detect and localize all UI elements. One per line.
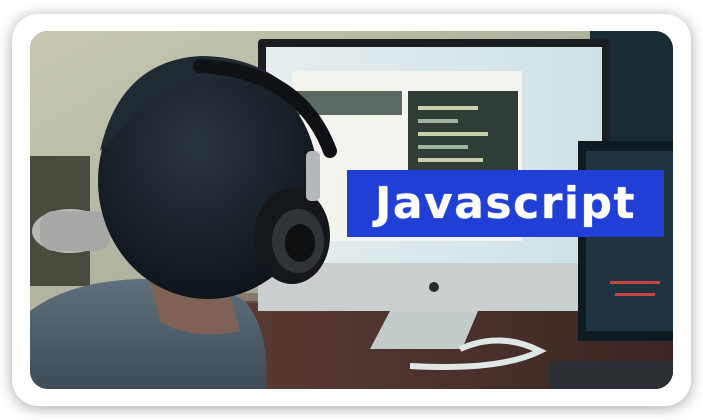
headphone-ear-cup-center (285, 224, 315, 262)
red-code-line (615, 293, 655, 296)
code-line (418, 145, 468, 149)
mic-body (40, 211, 110, 251)
code-line (418, 158, 483, 162)
title-banner: Javascript (347, 170, 664, 237)
code-line (418, 119, 458, 123)
code-line (418, 106, 478, 110)
code-line (418, 132, 488, 136)
banner-title: Javascript (374, 177, 637, 229)
headphone-slider (306, 151, 320, 201)
keyboard (550, 361, 673, 389)
apple-logo-icon (429, 282, 439, 292)
red-code-line (610, 281, 660, 284)
